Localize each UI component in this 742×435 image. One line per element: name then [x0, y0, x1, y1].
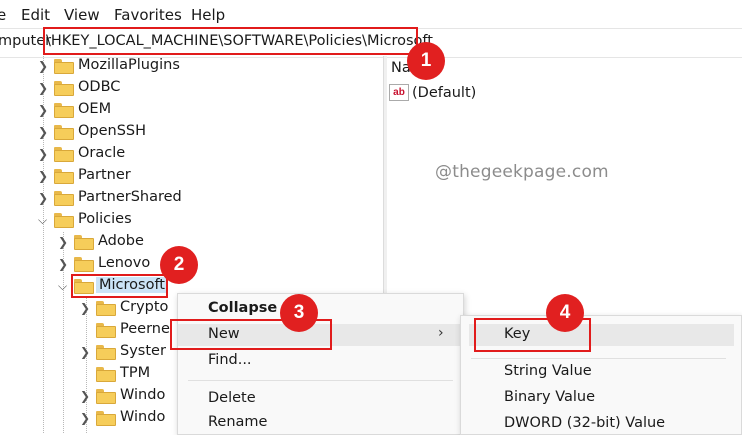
watermark: @thegeekpage.com [435, 162, 609, 182]
folder-icon [96, 411, 116, 426]
folder-icon [54, 169, 74, 184]
string-value-icon: ab [389, 84, 409, 101]
folder-open-icon [54, 213, 74, 228]
menu-file[interactable]: e [0, 6, 6, 24]
chevron-right-icon[interactable]: ❯ [38, 102, 48, 118]
chevron-down-icon[interactable]: ⌵ [38, 212, 48, 228]
folder-icon [96, 323, 116, 338]
menu-item-dword-value[interactable]: DWORD (32-bit) Value [461, 413, 741, 435]
chevron-right-icon[interactable]: ❯ [80, 410, 90, 426]
menu-item-rename[interactable]: Rename [178, 412, 463, 434]
address-highlight-box [43, 27, 418, 55]
chevron-right-icon[interactable]: ❯ [58, 256, 68, 272]
chevron-right-icon[interactable]: ❯ [38, 190, 48, 206]
folder-icon [96, 367, 116, 382]
microsoft-highlight-box [71, 274, 168, 298]
menu-bar: e Edit View Favorites Help [0, 0, 742, 28]
folder-icon [54, 81, 74, 96]
context-menu: Collapse New › Find... Delete Rename [177, 293, 464, 435]
menu-item-string-value[interactable]: String Value [461, 361, 741, 383]
folder-icon [74, 235, 94, 250]
menu-item-binary-value[interactable]: Binary Value [461, 387, 741, 409]
folder-icon [96, 301, 116, 316]
chevron-right-icon[interactable]: ❯ [38, 168, 48, 184]
step-badge-4: 4 [546, 294, 584, 332]
folder-icon [54, 191, 74, 206]
menu-item-collapse[interactable]: Collapse [178, 298, 463, 320]
menu-favorites[interactable]: Favorites [114, 6, 182, 24]
folder-icon [54, 103, 74, 118]
chevron-right-icon[interactable]: ❯ [38, 146, 48, 162]
folder-icon [54, 125, 74, 140]
menu-view[interactable]: View [64, 6, 100, 24]
folder-icon [54, 147, 74, 162]
step-badge-2: 2 [160, 246, 198, 284]
chevron-down-icon[interactable]: ⌵ [58, 278, 68, 294]
chevron-right-icon[interactable]: ❯ [80, 344, 90, 360]
chevron-right-icon[interactable]: ❯ [38, 58, 48, 74]
menu-item-find[interactable]: Find... [178, 350, 463, 372]
chevron-right-icon[interactable]: ❯ [80, 300, 90, 316]
folder-icon [96, 389, 116, 404]
menu-help[interactable]: Help [191, 6, 225, 24]
folder-icon [74, 257, 94, 272]
menu-edit[interactable]: Edit [21, 6, 50, 24]
step-badge-1: 1 [407, 42, 445, 80]
folder-icon [96, 345, 116, 360]
chevron-right-icon[interactable]: ❯ [38, 80, 48, 96]
chevron-right-icon[interactable]: ❯ [58, 234, 68, 250]
menu-item-delete[interactable]: Delete [178, 388, 463, 410]
chevron-right-icon[interactable]: ❯ [38, 124, 48, 140]
chevron-right-icon[interactable]: ❯ [80, 388, 90, 404]
value-name[interactable]: (Default) [412, 85, 476, 101]
chevron-right-icon: › [438, 325, 444, 341]
step-badge-3: 3 [280, 294, 318, 332]
folder-icon [54, 59, 74, 74]
